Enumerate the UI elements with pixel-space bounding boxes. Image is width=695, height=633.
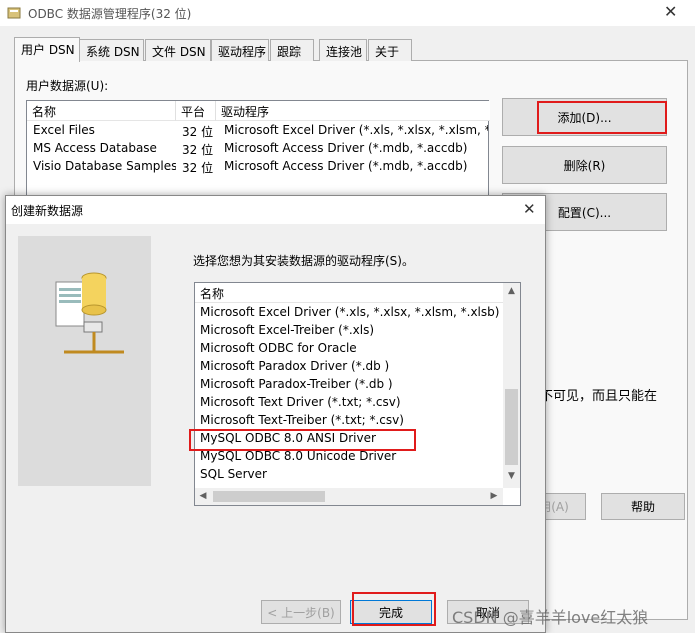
dsn-row-driver: Microsoft Excel Driver (*.xls, *.xlsx, *… [224, 123, 488, 137]
scroll-left-icon[interactable]: ◀ [198, 491, 208, 501]
dialog-title: 创建新数据源 [11, 204, 84, 218]
dsn-row-name[interactable]: Excel Files [33, 123, 173, 141]
tab-user-dsn[interactable]: 用户 DSN [14, 37, 80, 62]
help-button[interactable]: 帮助 [601, 493, 685, 520]
driver-list-vscrollbar[interactable]: ▲ ▼ [503, 283, 520, 488]
dsn-row-platform: 32 位 [182, 161, 214, 175]
scroll-down-icon[interactable]: ▼ [503, 471, 520, 481]
driver-item[interactable]: Microsoft Text-Treiber (*.txt; *.csv) [200, 413, 502, 431]
driver-item[interactable]: Microsoft Excel Driver (*.xls, *.xlsx, *… [200, 305, 502, 323]
column-header-driver[interactable]: 驱动程序 [216, 101, 490, 121]
user-datasources-label: 用户数据源(U): [26, 79, 109, 93]
info-text-fragment: 不可见，而且只能在 [540, 389, 658, 404]
driver-prompt: 选择您想为其安装数据源的驱动程序(S)。 [193, 254, 414, 268]
dsn-row-platform: 32 位 [182, 125, 214, 139]
tab-system-dsn[interactable]: 系统 DSN [79, 39, 144, 61]
scroll-right-icon[interactable]: ▶ [489, 491, 499, 501]
driver-item[interactable]: Microsoft ODBC for Oracle [200, 341, 502, 359]
scroll-up-icon[interactable]: ▲ [503, 286, 520, 296]
dsn-row-driver: Microsoft Access Driver (*.mdb, *.accdb) [224, 141, 468, 155]
finish-button[interactable]: 完成 [350, 600, 432, 624]
user-dsn-list[interactable]: 名称 平台 驱动程序 Excel Files 32 位 Microsoft Ex… [26, 100, 490, 200]
dsn-row-name[interactable]: MS Access Database [33, 141, 173, 159]
csdn-watermark: CSDN @喜羊羊love红太狼 [452, 608, 649, 627]
driver-column-header[interactable]: 名称 [195, 283, 503, 303]
driver-item[interactable]: Microsoft Paradox Driver (*.db ) [200, 359, 502, 377]
odbc-app-icon [7, 7, 21, 19]
tab-tracing[interactable]: 跟踪 [270, 39, 314, 61]
create-datasource-dialog: 创建新数据源 ✕ 选择您想为其安装数据源的驱动程序(S)。 名称 Microso… [5, 195, 546, 633]
main-window-title: ODBC 数据源管理程序(32 位) [28, 7, 192, 21]
tab-drivers[interactable]: 驱动程序 [211, 39, 269, 61]
tab-file-dsn[interactable]: 文件 DSN [145, 39, 211, 61]
hscroll-thumb[interactable] [213, 491, 325, 502]
column-header-platform[interactable]: 平台 [176, 101, 216, 121]
wizard-illustration [18, 236, 151, 486]
dialog-title-bar: 创建新数据源 ✕ [6, 196, 545, 224]
main-title-bar: ODBC 数据源管理程序(32 位) ✕ [0, 0, 695, 26]
back-button[interactable]: < 上一步(B) [261, 600, 341, 624]
add-button[interactable]: 添加(D)... [502, 98, 667, 136]
column-header-name[interactable]: 名称 [27, 101, 176, 121]
driver-item[interactable]: Microsoft Excel-Treiber (*.xls) [200, 323, 502, 341]
dialog-close-icon[interactable]: ✕ [523, 200, 536, 218]
driver-item-mysql-ansi[interactable]: MySQL ODBC 8.0 ANSI Driver [200, 431, 502, 449]
tab-about[interactable]: 关于 [368, 39, 412, 61]
vscroll-thumb[interactable] [505, 389, 518, 465]
dsn-row-driver: Microsoft Access Driver (*.mdb, *.accdb) [224, 159, 468, 173]
driver-list[interactable]: 名称 Microsoft Excel Driver (*.xls, *.xlsx… [194, 282, 521, 506]
dsn-row-platform: 32 位 [182, 143, 214, 157]
driver-item[interactable]: Microsoft Paradox-Treiber (*.db ) [200, 377, 502, 395]
driver-list-hscrollbar[interactable]: ◀ ▶ [195, 488, 503, 505]
dsn-row-name[interactable]: Visio Database Samples [33, 159, 176, 177]
driver-item[interactable]: Microsoft Text Driver (*.txt; *.csv) [200, 395, 502, 413]
driver-item[interactable]: MySQL ODBC 8.0 Unicode Driver [200, 449, 502, 467]
datasource-wizard-icon [18, 236, 151, 486]
remove-button[interactable]: 删除(R) [502, 146, 667, 184]
tab-connection-pooling[interactable]: 连接池 [319, 39, 367, 61]
driver-item[interactable]: SQL Server [200, 467, 502, 485]
main-close-icon[interactable]: ✕ [664, 2, 677, 21]
